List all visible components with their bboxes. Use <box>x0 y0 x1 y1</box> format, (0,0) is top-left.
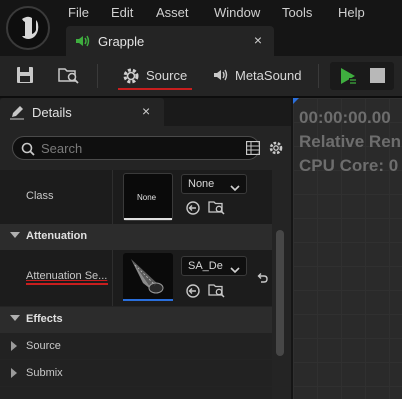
property-row-attenuation-settings: Attenuation Se... SA_De <box>0 250 272 306</box>
subcategory-source-label: Source <box>26 340 61 352</box>
menu-tools[interactable]: Tools <box>282 5 312 20</box>
subcategory-submix[interactable]: Submix <box>0 360 272 386</box>
category-attenuation[interactable]: Attenuation <box>0 224 272 250</box>
pencil-icon <box>9 104 25 123</box>
use-selected-icon[interactable] <box>186 284 200 301</box>
play-controls <box>330 62 394 90</box>
attenuation-combo-value: SA_De <box>188 260 223 272</box>
preview-relative: Relative Ren <box>299 132 402 151</box>
source-mode-highlight <box>118 88 192 90</box>
subcategory-submix-label: Submix <box>26 367 63 379</box>
attenuation-combo[interactable]: SA_De <box>181 256 247 276</box>
toolbar-separator <box>318 64 319 88</box>
unreal-logo-glyph <box>22 16 39 39</box>
menu-file[interactable]: File <box>68 5 89 20</box>
thumbnail-bar <box>124 218 172 220</box>
unreal-logo[interactable] <box>6 6 50 50</box>
gear-icon <box>121 66 141 89</box>
preview-cpu-core: CPU Core: 0 <box>299 156 399 175</box>
close-icon[interactable]: × <box>142 103 150 119</box>
category-attenuation-label: Attenuation <box>26 230 88 242</box>
class-combo-value: None <box>188 178 215 190</box>
menu-help[interactable]: Help <box>338 5 365 20</box>
play-icon[interactable] <box>338 66 358 89</box>
metasound-mode-label[interactable]: MetaSound <box>235 68 302 83</box>
details-tab[interactable]: Details × <box>0 98 164 126</box>
collapse-arrow-icon <box>10 315 20 321</box>
document-tab-row: Grapple × <box>0 26 402 56</box>
class-label: Class <box>26 190 54 202</box>
document-tab-label: Grapple <box>98 34 145 49</box>
attenuation-cone-icon <box>131 259 164 294</box>
attenuation-settings-highlight <box>26 283 108 285</box>
row-divider <box>112 170 113 224</box>
search-placeholder: Search <box>41 141 83 156</box>
browse-asset-icon[interactable] <box>208 283 226 301</box>
table-view-icon[interactable] <box>245 140 261 158</box>
class-thumbnail-text: None <box>137 193 157 202</box>
expand-arrow-icon <box>11 368 17 378</box>
property-row-class: Class None None <box>0 170 272 224</box>
category-effects[interactable]: Effects <box>0 307 272 333</box>
expand-arrow-icon <box>11 341 17 351</box>
menu-bar: File Edit Asset Window Tools Help <box>0 0 402 26</box>
save-icon[interactable] <box>16 66 34 87</box>
attenuation-settings-label: Attenuation Se... <box>26 270 108 282</box>
settings-icon[interactable] <box>268 140 284 159</box>
reset-to-default-icon[interactable] <box>256 272 268 287</box>
chevron-down-icon <box>230 263 240 277</box>
chevron-down-icon <box>230 181 240 195</box>
source-mode-label[interactable]: Source <box>146 68 187 83</box>
menu-window[interactable]: Window <box>214 5 260 20</box>
menu-asset[interactable]: Asset <box>156 5 189 20</box>
subcategory-partial <box>0 387 272 399</box>
attenuation-thumbnail[interactable] <box>123 253 173 301</box>
category-effects-label: Effects <box>26 313 63 325</box>
search-input[interactable]: Search <box>12 136 260 160</box>
stop-icon[interactable] <box>370 68 385 86</box>
details-panel: Details × Search Class None None Attenua… <box>0 98 291 399</box>
details-body: Search Class None None Attenuation Atten… <box>0 126 291 399</box>
class-combo[interactable]: None <box>181 174 247 194</box>
use-selected-icon[interactable] <box>186 201 200 218</box>
menu-edit[interactable]: Edit <box>111 5 133 20</box>
metasound-icon <box>212 66 232 87</box>
thumbnail-bar <box>123 299 173 301</box>
subcategory-source[interactable]: Source <box>0 333 272 359</box>
details-scrollbar[interactable] <box>276 230 284 356</box>
toolbar-separator <box>97 64 98 88</box>
sound-icon <box>74 33 92 52</box>
preview-time: 00:00:00.00 <box>299 108 391 127</box>
search-icon <box>21 142 35 159</box>
graph-preview-panel: 00:00:00.00 Relative Ren CPU Core: 0 <box>293 98 402 399</box>
collapse-arrow-icon <box>10 232 20 238</box>
close-icon[interactable]: × <box>254 32 262 48</box>
browse-asset-icon[interactable] <box>208 200 226 218</box>
details-tab-label: Details <box>32 105 72 120</box>
row-divider <box>112 250 113 306</box>
document-tab[interactable]: Grapple × <box>66 26 274 56</box>
browse-icon[interactable] <box>58 66 80 87</box>
class-thumbnail[interactable]: None <box>123 173 173 221</box>
toolbar: Source MetaSound <box>0 56 402 96</box>
panel-corner-marker <box>293 98 299 104</box>
